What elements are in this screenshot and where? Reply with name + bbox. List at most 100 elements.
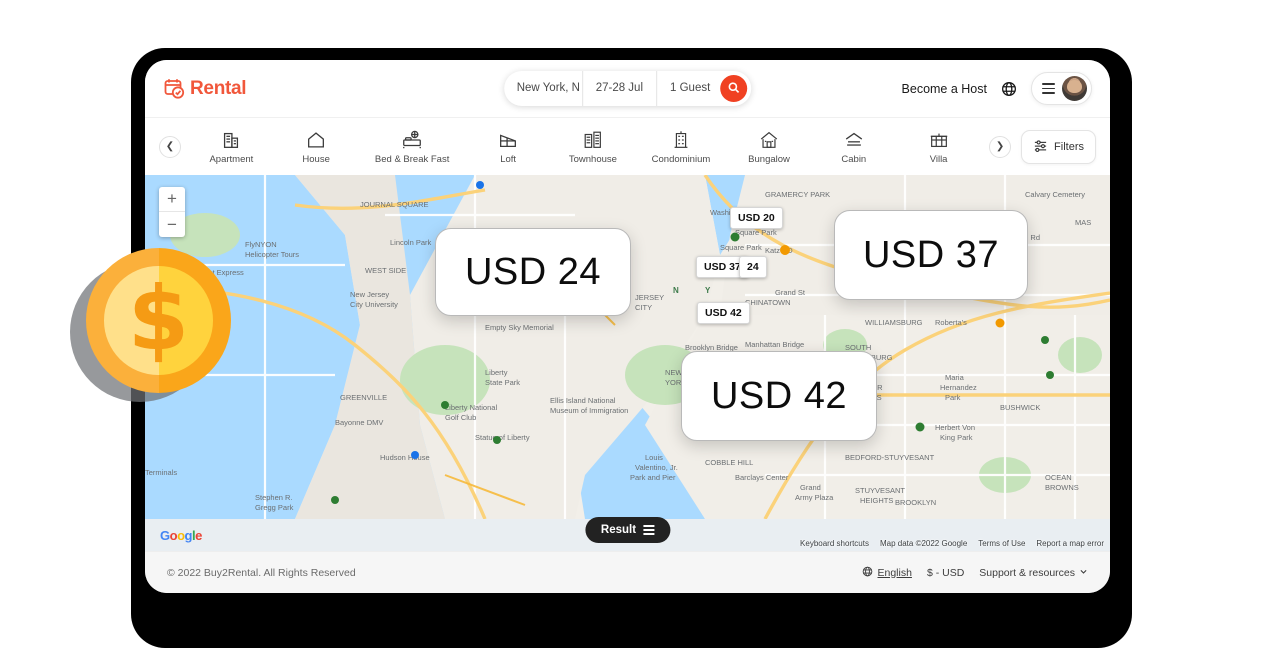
svg-text:BEDFORD-STUYVESANT: BEDFORD-STUYVESANT — [845, 453, 935, 462]
category-bar: ❮ Apartment House Bed & Break Fast Loft … — [145, 117, 1110, 175]
map-price-pin[interactable]: USD 20 — [730, 207, 783, 229]
avatar[interactable] — [1062, 76, 1087, 101]
report-map-error-link[interactable]: Report a map error — [1036, 539, 1104, 548]
svg-text:Hudson House: Hudson House — [380, 453, 430, 462]
category-item-loft[interactable]: Loft — [482, 129, 534, 165]
svg-text:Stephen R.: Stephen R. — [255, 493, 293, 502]
svg-text:Terminals: Terminals — [145, 468, 177, 477]
category-label: Loft — [500, 153, 517, 165]
search-location-input[interactable]: New York, N — [504, 71, 582, 106]
svg-text:Calvary Cemetery: Calvary Cemetery — [1025, 190, 1085, 199]
filters-label: Filters — [1054, 140, 1084, 153]
category-item-villa[interactable]: Villa — [913, 129, 965, 165]
google-logo: Google — [160, 528, 202, 543]
category-label: Cabin — [841, 153, 867, 165]
svg-text:Ellis Island National: Ellis Island National — [550, 396, 616, 405]
category-label: Villa — [929, 153, 948, 165]
search-submit-button[interactable] — [720, 75, 748, 102]
search-bar[interactable]: New York, N 27-28 Jul 1 Guest — [503, 71, 752, 106]
become-a-host-link[interactable]: Become a Host — [902, 82, 987, 96]
terms-of-use-link[interactable]: Terms of Use — [978, 539, 1025, 548]
app-window: Rental New York, N 27-28 Jul 1 Guest Bec… — [145, 60, 1110, 593]
price-card[interactable]: USD 42 — [681, 351, 877, 441]
svg-text:Liberty National: Liberty National — [445, 403, 497, 412]
svg-text:Statue of Liberty: Statue of Liberty — [475, 433, 530, 442]
chevron-right-icon[interactable]: ❯ — [989, 135, 1012, 158]
svg-text:Barclays Center: Barclays Center — [735, 473, 789, 482]
svg-text:JERSEY: JERSEY — [635, 293, 664, 302]
svg-text:State Park: State Park — [485, 378, 520, 387]
brand-logo[interactable]: Rental — [163, 77, 247, 101]
svg-text:Herbert Von: Herbert Von — [935, 423, 975, 432]
user-menu-button[interactable] — [1031, 72, 1092, 105]
calendar-check-icon — [163, 77, 187, 101]
map-price-pin[interactable]: USD 42 — [697, 302, 750, 324]
category-label: Bungalow — [748, 153, 790, 165]
language-selector[interactable]: English — [862, 566, 912, 580]
category-item-apartment[interactable]: Apartment — [205, 129, 257, 165]
coin-body: $ — [86, 248, 231, 393]
zoom-out-button[interactable]: − — [159, 212, 185, 237]
filters-button[interactable]: Filters — [1021, 129, 1096, 164]
svg-text:CHINATOWN: CHINATOWN — [745, 298, 791, 307]
footer-links: English $ - USD Support & resources — [862, 566, 1088, 580]
svg-text:HEIGHTS: HEIGHTS — [860, 496, 893, 505]
globe-icon[interactable] — [1001, 81, 1017, 97]
language-label: English — [877, 566, 912, 579]
svg-text:Park: Park — [945, 393, 961, 402]
search-dates-input[interactable]: 27-28 Jul — [581, 71, 656, 106]
map-attribution: Keyboard shortcuts Map data ©2022 Google… — [800, 539, 1104, 548]
svg-text:Y: Y — [705, 286, 711, 295]
svg-text:JOURNAL SQUARE: JOURNAL SQUARE — [360, 200, 429, 209]
currency-selector[interactable]: $ - USD — [927, 567, 964, 579]
map-price-pin[interactable]: 24 — [739, 256, 767, 278]
screenshot-stage: Rental New York, N 27-28 Jul 1 Guest Bec… — [0, 0, 1271, 660]
result-button[interactable]: Result — [584, 517, 671, 543]
map-zoom-controls[interactable]: + − — [159, 187, 185, 237]
svg-text:Grand St: Grand St — [775, 288, 806, 297]
category-item-condominium[interactable]: Condominium — [651, 129, 711, 165]
category-item-cabin[interactable]: Cabin — [828, 129, 880, 165]
copyright-text: © 2022 Buy2Rental. All Rights Reserved — [167, 566, 356, 579]
globe-icon — [862, 566, 873, 580]
svg-text:N: N — [673, 286, 679, 295]
svg-text:CITY: CITY — [635, 303, 652, 312]
hamburger-menu-icon[interactable] — [1042, 83, 1055, 94]
result-label: Result — [600, 524, 637, 536]
category-item-bed-break-fast[interactable]: Bed & Break Fast — [375, 129, 449, 165]
zoom-in-button[interactable]: + — [159, 187, 185, 212]
app-footer: © 2022 Buy2Rental. All Rights Reserved E… — [145, 551, 1110, 593]
svg-text:Gregg Park: Gregg Park — [255, 503, 294, 512]
chevron-down-icon — [1079, 567, 1088, 579]
sliders-icon — [1033, 138, 1048, 156]
svg-text:City University: City University — [350, 300, 398, 309]
price-card[interactable]: USD 24 — [435, 228, 631, 316]
svg-text:Hernandez: Hernandez — [940, 383, 977, 392]
svg-text:GRAMERCY PARK: GRAMERCY PARK — [765, 190, 830, 199]
svg-text:Park and Pier: Park and Pier — [630, 473, 676, 482]
header-actions: Become a Host — [902, 72, 1092, 105]
svg-text:Valentino, Jr.: Valentino, Jr. — [635, 463, 678, 472]
svg-text:BROOKLYN: BROOKLYN — [895, 498, 936, 507]
category-label: House — [302, 153, 330, 165]
svg-text:OCEAN: OCEAN — [1045, 473, 1072, 482]
category-list: Apartment House Bed & Break Fast Loft To… — [181, 129, 989, 165]
svg-text:Square Park: Square Park — [720, 243, 762, 252]
search-guests-input[interactable]: 1 Guest — [656, 71, 720, 106]
category-label: Apartment — [209, 153, 254, 165]
list-icon — [643, 525, 655, 535]
support-resources-dropdown[interactable]: Support & resources — [979, 567, 1088, 579]
svg-text:New Jersey: New Jersey — [350, 290, 389, 299]
support-label: Support & resources — [979, 566, 1075, 579]
category-item-townhouse[interactable]: Townhouse — [567, 129, 619, 165]
keyboard-shortcuts-link[interactable]: Keyboard shortcuts — [800, 539, 869, 548]
category-label: Condominium — [651, 153, 711, 165]
svg-text:MAS: MAS — [1075, 218, 1091, 227]
price-card[interactable]: USD 37 — [834, 210, 1028, 300]
svg-text:Museum of Immigration: Museum of Immigration — [550, 406, 628, 415]
chevron-left-icon[interactable]: ❮ — [159, 135, 181, 158]
svg-text:Golf Club: Golf Club — [445, 413, 476, 422]
category-item-bungalow[interactable]: Bungalow — [743, 129, 795, 165]
svg-text:Army Plaza: Army Plaza — [795, 493, 834, 502]
category-item-house[interactable]: House — [290, 129, 342, 165]
